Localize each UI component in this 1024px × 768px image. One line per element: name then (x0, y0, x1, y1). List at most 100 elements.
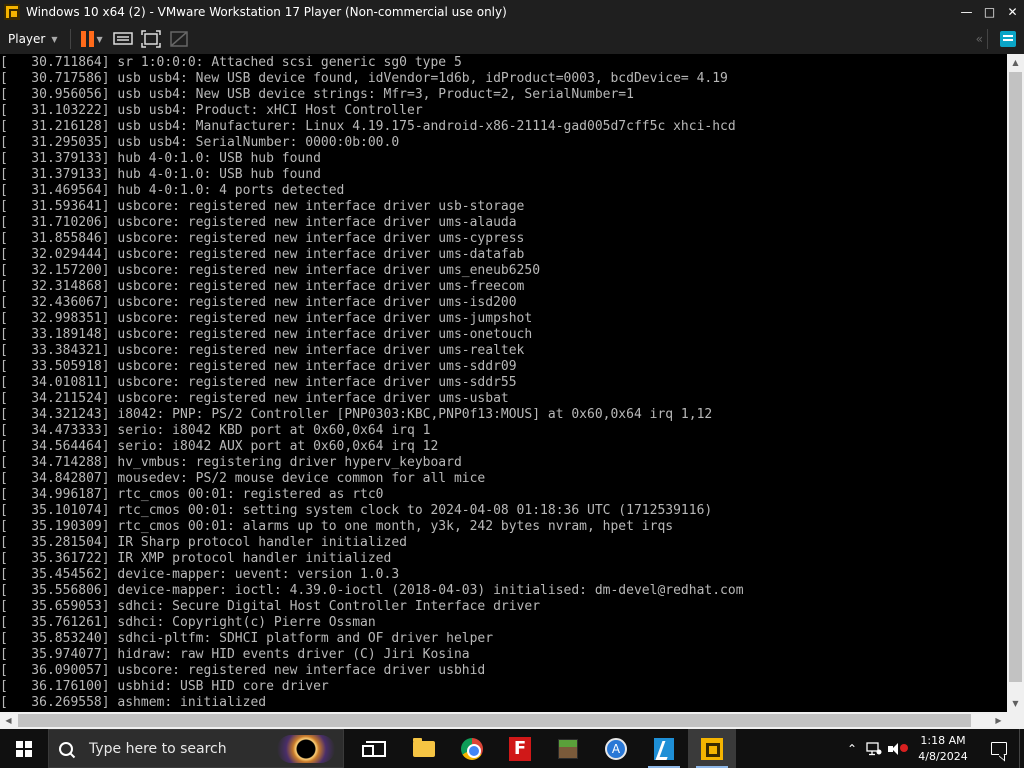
taskbar-app-minecraft[interactable] (544, 729, 592, 768)
console-line: [ 34.842807] mousedev: PS/2 mouse device… (0, 471, 486, 486)
console-line: [ 35.361722] IR XMP protocol handler ini… (0, 551, 392, 566)
task-view-icon (362, 740, 386, 757)
pause-icon (80, 31, 97, 47)
taskbar-app-f[interactable]: F (496, 729, 544, 768)
search-placeholder: Type here to search (89, 740, 227, 757)
taskbar-apps: F A (352, 729, 736, 768)
console-line: [ 32.314868] usbcore: registered new int… (0, 279, 525, 294)
console-line: [ 35.190309] rtc_cmos 00:01: alarms up t… (0, 519, 674, 534)
show-desktop-button[interactable] (1019, 729, 1024, 768)
system-tray: ⌃ 1:18 AM 4/8/2024 (841, 729, 1024, 768)
console-line: [ 32.998351] usbcore: registered new int… (0, 311, 533, 326)
close-icon[interactable]: ✕ (1001, 0, 1024, 24)
console-line: [ 30.711864] sr 1:0:0:0: Attached scsi g… (0, 55, 462, 70)
vm-console[interactable]: [ 30.711864] sr 1:0:0:0: Attached scsi g… (0, 54, 1007, 712)
scroll-right-icon[interactable]: ▶ (990, 712, 1007, 729)
vertical-scrollbar[interactable]: ▲ ▼ (1007, 54, 1024, 712)
taskbar-search-box[interactable]: Type here to search (48, 729, 344, 768)
console-line: [ 34.321243] i8042: PNP: PS/2 Controller… (0, 407, 713, 422)
horizontal-scroll-thumb[interactable] (18, 714, 971, 727)
console-line: [ 32.157200] usbcore: registered new int… (0, 263, 541, 278)
back-icon[interactable]: « (976, 32, 983, 46)
player-toolbar: Player ▼ ▼ « (0, 24, 1024, 54)
console-line: [ 31.379133] hub 4-0:1.0: USB hub found (0, 167, 321, 182)
console-line: [ 35.659053] sdhci: Secure Digital Host … (0, 599, 541, 614)
console-line: [ 31.379133] hub 4-0:1.0: USB hub found (0, 151, 321, 166)
taskbar-app-chrome[interactable] (448, 729, 496, 768)
file-explorer-icon (413, 737, 435, 757)
notes-icon[interactable] (1000, 31, 1016, 47)
console-line: [ 32.029444] usbcore: registered new int… (0, 247, 525, 262)
taskbar-app-visual-studio[interactable] (640, 729, 688, 768)
taskbar-app-accessibility[interactable]: A (592, 729, 640, 768)
player-menu-label: Player (8, 32, 46, 46)
console-line: [ 35.761261] sdhci: Copyright(c) Pierre … (0, 615, 376, 630)
toolbar-divider (69, 29, 71, 49)
clock-date: 4/8/2024 (918, 749, 968, 763)
scrollbar-corner (1007, 712, 1024, 729)
minimize-icon[interactable]: — (955, 0, 978, 24)
windows-taskbar: Type here to search F A ⌃ 1:18 AM 4/8/20… (0, 729, 1024, 768)
send-ctrl-alt-del-button[interactable] (109, 26, 137, 52)
fullscreen-button[interactable] (137, 26, 165, 52)
network-ethernet-icon (866, 741, 882, 755)
show-hidden-icons-icon[interactable]: ⌃ (841, 729, 863, 768)
console-line: [ 34.996187] rtc_cmos 00:01: registered … (0, 487, 384, 502)
console-line: [ 35.281504] IR Sharp protocol handler i… (0, 535, 407, 550)
scroll-left-icon[interactable]: ◀ (0, 712, 17, 729)
console-line: [ 33.505918] usbcore: registered new int… (0, 359, 517, 374)
console-line: [ 36.176100] usbhid: USB HID core driver (0, 679, 329, 694)
task-view-button[interactable] (352, 729, 400, 768)
console-line: [ 35.853240] sdhci-pltfm: SDHCI platform… (0, 631, 494, 646)
window-title-bar[interactable]: Windows 10 x64 (2) - VMware Workstation … (0, 0, 1024, 24)
vertical-scroll-thumb[interactable] (1009, 72, 1022, 682)
console-line: [ 36.269558] ashmem: initialized (0, 695, 267, 710)
console-line: [ 31.710206] usbcore: registered new int… (0, 215, 517, 230)
taskbar-app-vmware[interactable] (688, 729, 736, 768)
console-line: [ 35.454562] device-mapper: uevent: vers… (0, 567, 400, 582)
unity-icon (169, 31, 188, 47)
console-line: [ 35.101074] rtc_cmos 00:01: setting sys… (0, 503, 713, 518)
toolbar-right-group: « (976, 29, 1024, 49)
console-line: [ 34.564464] serio: i8042 AUX port at 0x… (0, 439, 439, 454)
send-ctrl-alt-del-icon (112, 32, 133, 45)
action-center-button[interactable] (979, 729, 1019, 768)
console-line: [ 31.103222] usb usb4: Product: xHCI Hos… (0, 103, 423, 118)
scroll-down-icon[interactable]: ▼ (1007, 695, 1024, 712)
network-icon[interactable] (863, 729, 885, 768)
pause-dropdown-icon[interactable]: ▼ (97, 35, 103, 44)
console-line: [ 31.295035] usb usb4: SerialNumber: 000… (0, 135, 400, 150)
minecraft-icon (558, 738, 578, 759)
player-menu-button[interactable]: Player ▼ (0, 24, 66, 54)
chrome-icon (461, 737, 483, 760)
maximize-icon[interactable]: □ (978, 0, 1001, 24)
taskbar-clock[interactable]: 1:18 AM 4/8/2024 (907, 733, 979, 765)
start-button[interactable] (0, 729, 48, 768)
console-line: [ 31.216128] usb usb4: Manufacturer: Lin… (0, 119, 736, 134)
fullscreen-icon (140, 30, 161, 48)
windows-logo-icon (16, 740, 32, 757)
horizontal-scrollbar[interactable]: ◀ ▶ (0, 712, 1007, 729)
vmware-icon (701, 737, 723, 760)
console-line: [ 32.436067] usbcore: registered new int… (0, 295, 517, 310)
scroll-up-icon[interactable]: ▲ (1007, 54, 1024, 71)
console-line: [ 35.556806] device-mapper: ioctl: 4.39.… (0, 583, 744, 598)
search-highlight-eclipse-icon[interactable] (277, 735, 335, 763)
toolbar-divider (987, 29, 988, 49)
clock-time: 1:18 AM (920, 733, 966, 747)
console-line: [ 34.010811] usbcore: registered new int… (0, 375, 517, 390)
console-line: [ 33.384321] usbcore: registered new int… (0, 343, 525, 358)
console-line: [ 33.189148] usbcore: registered new int… (0, 327, 533, 342)
console-line: [ 30.717586] usb usb4: New USB device fo… (0, 71, 728, 86)
window-title: Windows 10 x64 (2) - VMware Workstation … (26, 5, 507, 19)
search-icon (56, 738, 76, 759)
visual-studio-icon (654, 737, 674, 760)
unity-button[interactable] (165, 26, 193, 52)
console-line: [ 36.090057] usbcore: registered new int… (0, 663, 486, 678)
f-app-icon: F (509, 736, 531, 761)
volume-muted-icon (888, 742, 908, 756)
chevron-down-icon: ▼ (51, 34, 58, 44)
taskbar-app-file-explorer[interactable] (400, 729, 448, 768)
accessibility-app-icon: A (605, 737, 627, 760)
volume-muted-button[interactable] (885, 729, 908, 768)
